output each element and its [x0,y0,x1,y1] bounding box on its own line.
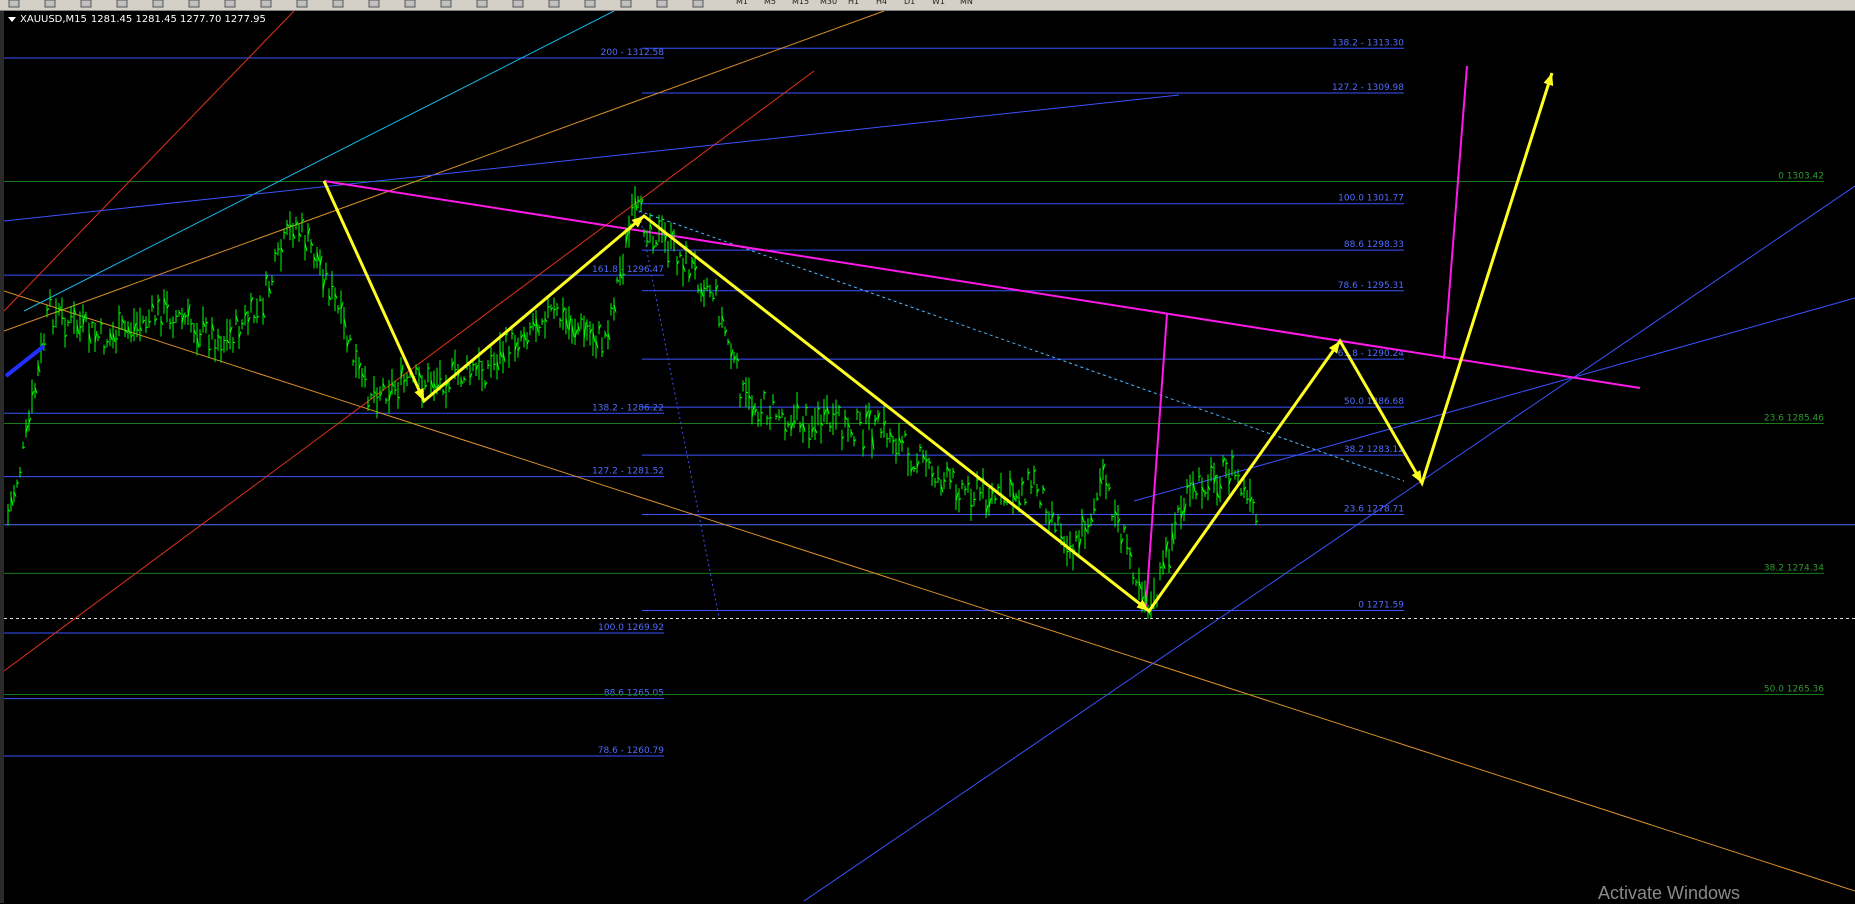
candle-tick [668,261,670,262]
price-chart[interactable]: 200 - 1312.58 161.8 - 1296.47 138.2 - 1286… [4,11,1855,903]
candle-tick [407,377,409,378]
crosshair-icon[interactable] [476,0,490,8]
fibo-icon[interactable] [584,0,598,8]
candle-tick [53,326,55,327]
candles-icon[interactable] [152,0,166,8]
trendline-icon[interactable] [548,0,562,8]
fibo-right-level-label: 0 1303.42 [1778,171,1824,181]
candle-tick [1175,523,1177,524]
open-icon[interactable] [44,0,58,8]
candle-tick [998,487,1000,488]
new-chart-icon[interactable] [8,0,22,8]
candle-tick [1112,516,1114,517]
channel-upper-line [4,11,884,331]
toolbar: M1 M5 M15 M30 H1 H4 D1 W1 MN [0,0,1855,11]
label-icon[interactable] [656,0,670,8]
fibo-left-level-label: 127.2 - 1281.52 [592,467,664,477]
timeframe-m5[interactable]: M5 [764,0,776,6]
arrow-icon[interactable] [692,0,706,8]
fibo-left-level-label: 78.6 - 1260.79 [598,746,664,756]
cursor-icon[interactable] [440,0,454,8]
candle-tick [395,390,397,391]
candle-tick [260,300,262,301]
zoom-in-icon[interactable] [188,0,202,8]
fibo-left-level-label: 200 - 1312.58 [601,48,665,58]
candle-tick [353,361,355,362]
chart-window[interactable]: XAUUSD,M15 1281.45 1281.45 1277.70 1277.… [0,11,1855,903]
grid-icon[interactable] [80,0,94,8]
candle-tick [542,321,544,322]
timeframe-m1[interactable]: M1 [736,0,748,6]
chart-symbol: XAUUSD,M15 [20,14,87,25]
candle-tick [1253,502,1255,503]
timeframe-m15[interactable]: M15 [792,0,809,6]
candle-tick [935,482,937,483]
text-icon[interactable] [620,0,634,8]
channel-blue-lower-line [804,186,1855,901]
fibo-right-level-label: 38.2 1274.34 [1764,563,1824,573]
candle-tick [224,340,226,341]
timeframe-h4[interactable]: H4 [876,0,887,6]
candle-tick [512,333,514,334]
fibo-left-level-label: 161.8 - 1296.47 [592,265,664,275]
clock-icon[interactable] [368,0,382,8]
candle-tick [428,368,430,369]
resistance-magenta-line [324,181,1640,388]
timeframe-m30[interactable]: M30 [820,0,837,6]
candle-tick [371,395,373,396]
dotted-blue-line [639,211,719,617]
template-icon[interactable] [404,0,418,8]
dotted-trend-line [639,211,1404,481]
fibo-left-level-label: 100.0 1269.92 [598,623,664,633]
zoom-out-icon[interactable] [224,0,238,8]
add-indicator-icon[interactable] [332,0,346,8]
candle-tick [764,393,766,394]
fibo-left-level-label: 88.6 1265.05 [604,689,664,699]
candle-tick [965,489,967,490]
timeframe-w1[interactable]: W1 [932,0,945,6]
scroll-icon[interactable] [296,0,310,8]
candle-tick [71,316,73,317]
channel-lower-line [4,291,1855,891]
chart-header: XAUUSD,M15 1281.45 1281.45 1277.70 1277.… [8,14,266,25]
trend-blue-line [4,95,1179,221]
activate-windows-watermark: Activate Windows [1598,883,1740,904]
fibo-mid-level-label: 100.0 1301.77 [1338,194,1404,204]
chart-ohlc: 1281.45 1281.45 1277.70 1277.95 [91,14,266,25]
timeframe-h1[interactable]: H1 [848,0,859,6]
candle-tick [1136,582,1138,583]
candle-tick [101,324,103,325]
candle-tick [767,418,769,419]
bar-chart-icon[interactable] [116,0,130,8]
candle-tick [623,274,625,275]
magenta-projection-line [1444,66,1467,359]
fibo-mid-level-label: 0 1271.59 [1358,600,1404,610]
vertical-line-icon[interactable] [512,0,526,8]
candle-tick [761,412,763,413]
fibo-right-level-label: 23.6 1285.46 [1764,414,1824,424]
wave-projection-path [324,73,1552,611]
fibo-mid-level-label: 127.2 - 1309.98 [1332,83,1404,93]
fibo-mid-level-label: 88.6 1298.33 [1344,240,1404,250]
fibo-mid-level-label: 78.6 - 1295.31 [1338,281,1404,291]
timeframe-d1[interactable]: D1 [904,0,915,6]
candle-tick [1067,551,1069,552]
candle-tick [896,453,898,454]
wave-arrowhead [1544,73,1554,86]
fibo-mid-level-label: 38.2 1283.12 [1344,445,1404,455]
timeframe-mn[interactable]: MN [960,0,973,6]
chart-menu-icon[interactable] [8,17,16,22]
trend-red-steep-line [4,11,294,311]
candle-tick [539,327,541,328]
channel-blue-upper-line [1134,298,1855,501]
tile-icon[interactable] [260,0,274,8]
fibo-right-level-label: 50.0 1265.36 [1764,684,1824,694]
fibo-mid-level-label: 138.2 - 1313.30 [1332,38,1404,48]
trend-cyan-line [24,11,614,311]
candle-tick [920,447,922,448]
fibo-left-level-label: 138.2 - 1286.22 [592,403,664,413]
